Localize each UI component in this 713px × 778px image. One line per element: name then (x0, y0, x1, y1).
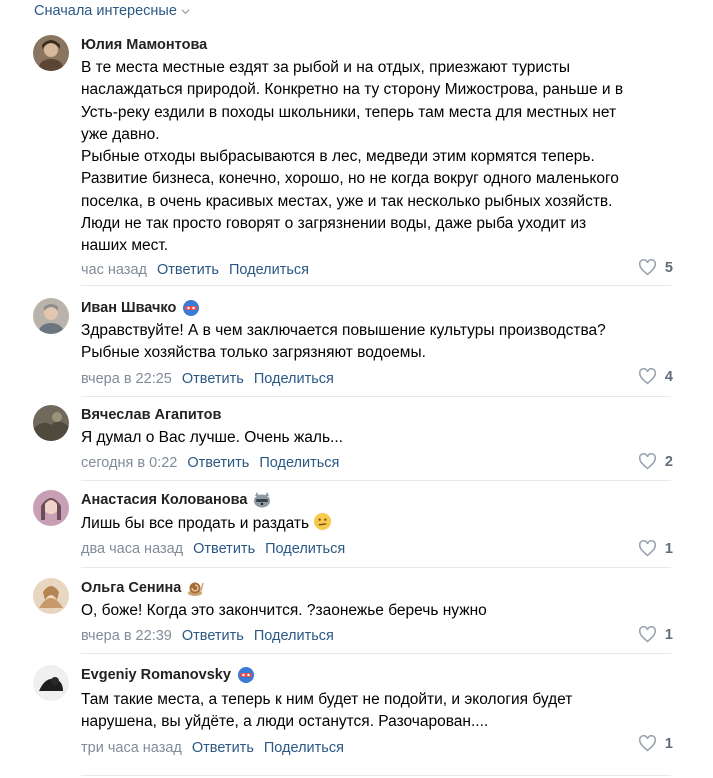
heart-icon (638, 453, 656, 470)
heart-icon (638, 626, 656, 643)
comment-text: Там такие места, а теперь к ним будет не… (81, 691, 573, 731)
author-name[interactable]: Вячеслав Агапитов (81, 405, 671, 425)
avatar[interactable] (33, 405, 69, 441)
reply-link[interactable]: Ответить (157, 260, 219, 280)
avatar[interactable] (33, 298, 69, 334)
like-button[interactable]: 1 (638, 540, 673, 557)
author-name[interactable]: Анастасия Колованова (81, 490, 671, 510)
share-link[interactable]: Поделиться (254, 626, 334, 646)
reply-link[interactable]: Ответить (187, 453, 249, 473)
raccoon-badge-icon (254, 492, 271, 508)
comment-time[interactable]: два часа назад (81, 539, 183, 559)
divider (81, 653, 671, 654)
like-button[interactable]: 4 (638, 368, 673, 385)
comment-text: Лишь бы все продать и раздать (81, 512, 671, 535)
reply-link[interactable]: Ответить (193, 539, 255, 559)
comment-text: Я думал о Вас лучше. Очень жаль... (81, 429, 343, 446)
reply-link[interactable]: Ответить (182, 369, 244, 389)
heart-icon (638, 540, 656, 557)
author-name[interactable]: Ольга Сенина (81, 578, 671, 598)
sort-dropdown[interactable]: Сначала интересные (34, 3, 190, 19)
divider (81, 396, 671, 397)
avatar[interactable] (33, 35, 69, 71)
share-link[interactable]: Поделиться (264, 738, 344, 758)
share-link[interactable]: Поделиться (265, 539, 345, 559)
like-button[interactable]: 5 (638, 259, 673, 276)
like-button[interactable]: 1 (638, 735, 673, 752)
like-count: 4 (664, 368, 673, 385)
like-count: 2 (664, 453, 673, 470)
author-name[interactable]: Юлия Мамонтова (81, 35, 671, 55)
heart-icon (638, 368, 656, 385)
comment-text: О, боже! Когда это закончится. ?заонежье… (81, 602, 487, 619)
avatar[interactable] (33, 578, 69, 614)
reply-link[interactable]: Ответить (182, 626, 244, 646)
like-count: 1 (664, 626, 673, 643)
comment-text: Здравствуйте! А в чем заключается повыше… (81, 322, 606, 362)
heart-icon (638, 259, 656, 276)
like-count: 5 (664, 259, 673, 276)
thinking-emoji-icon (314, 512, 332, 531)
author-name[interactable]: Evgeniy Romanovsky (81, 665, 671, 685)
share-link[interactable]: Поделиться (229, 260, 309, 280)
share-link[interactable]: Поделиться (254, 369, 334, 389)
comment-text: В те места местные ездят за рыбой и на о… (81, 59, 624, 255)
like-count: 1 (664, 735, 673, 752)
sort-label: Сначала интересные (34, 3, 177, 19)
mask-badge-icon (183, 300, 200, 316)
reply-link[interactable]: Ответить (192, 738, 254, 758)
comment-time[interactable]: вчера в 22:39 (81, 626, 172, 646)
author-name[interactable]: Иван Швачко (81, 298, 671, 318)
like-button[interactable]: 1 (638, 626, 673, 643)
like-count: 1 (664, 540, 673, 557)
avatar[interactable] (33, 490, 69, 526)
snail-badge-icon (188, 582, 205, 596)
comment-time[interactable]: час назад (81, 260, 147, 280)
like-button[interactable]: 2 (638, 453, 673, 470)
heart-icon (638, 735, 656, 752)
divider (81, 567, 671, 568)
divider (81, 285, 671, 286)
divider (81, 480, 671, 481)
mask-badge-icon (237, 667, 254, 683)
avatar[interactable] (33, 665, 69, 701)
divider (81, 775, 671, 776)
comment-time[interactable]: три часа назад (81, 738, 182, 758)
comment-time[interactable]: вчера в 22:25 (81, 369, 172, 389)
comment-time[interactable]: сегодня в 0:22 (81, 453, 177, 473)
share-link[interactable]: Поделиться (259, 453, 339, 473)
chevron-down-icon (181, 8, 190, 14)
